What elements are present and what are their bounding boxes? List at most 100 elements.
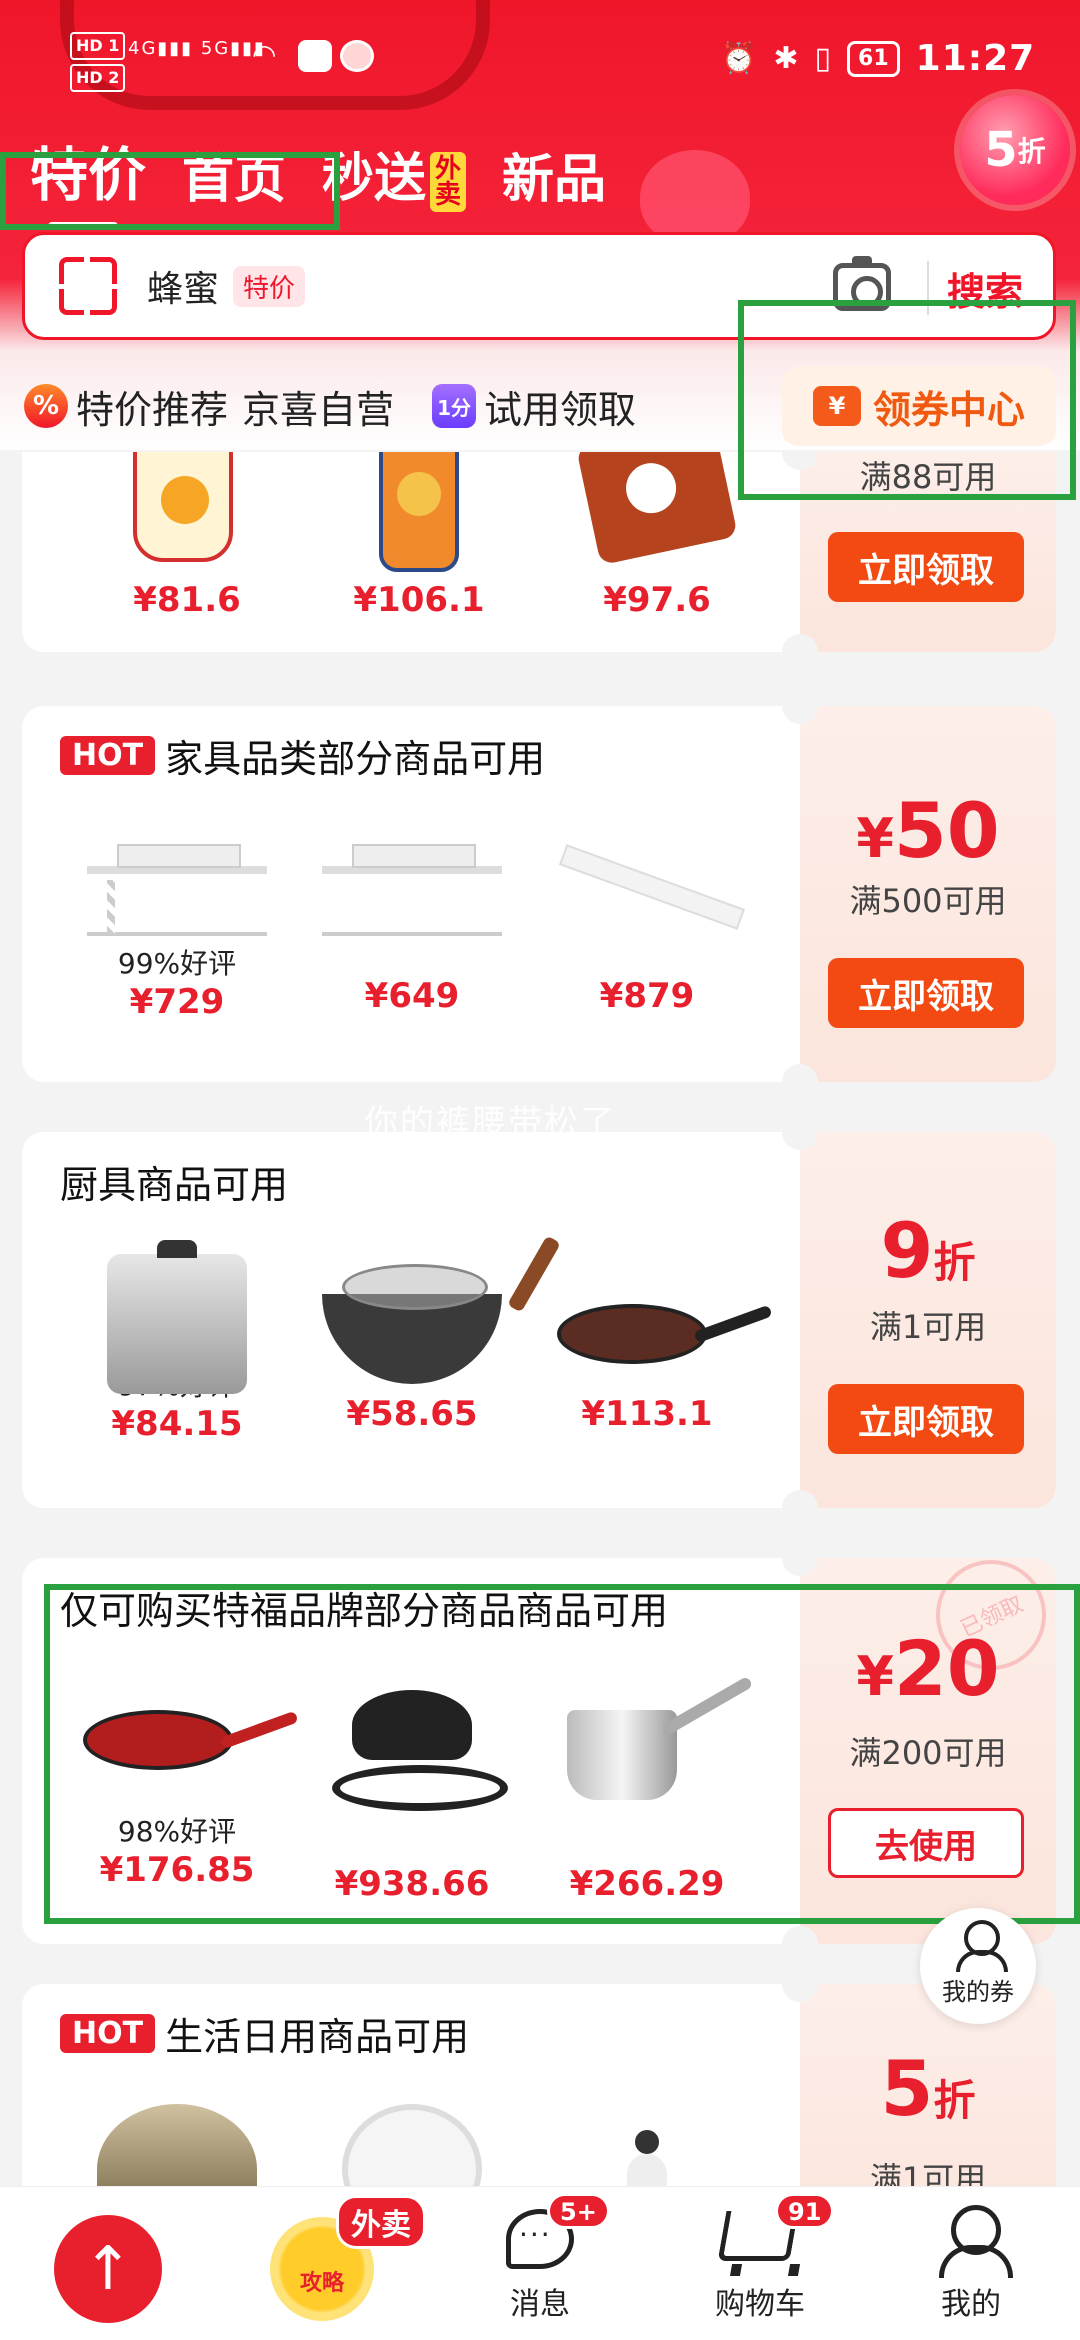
nav-messages-label: 消息 bbox=[510, 2287, 570, 2322]
card-title: HOT 家具品类部分商品可用 bbox=[60, 728, 545, 783]
scan-icon[interactable] bbox=[55, 253, 121, 319]
signal-icon: 4G▮▮▮ 5G▮▮▮ bbox=[128, 38, 266, 59]
category-tejia[interactable]: % 特价推荐 bbox=[24, 379, 228, 434]
coupon-condition: 满200可用 bbox=[849, 1734, 1007, 1772]
category-trial[interactable]: 1分 试用领取 bbox=[432, 379, 636, 434]
tab-new[interactable]: 新品 bbox=[502, 137, 606, 212]
coupon-value: ¥50 bbox=[856, 786, 1000, 875]
use-button[interactable]: 去使用 bbox=[828, 1808, 1024, 1878]
product-price: ¥113.1 bbox=[581, 1394, 713, 1434]
nav-cart-label: 购物车 bbox=[715, 2287, 805, 2322]
coupon-yen-icon: ¥ bbox=[812, 386, 861, 426]
tab-miaosong-label: 秒送 bbox=[322, 149, 427, 209]
product-item[interactable]: ¥81.6 bbox=[82, 452, 292, 620]
product-item[interactable]: ¥649 bbox=[307, 826, 517, 1016]
coupon-value: 9折 bbox=[880, 1206, 976, 1295]
tab-tejia[interactable]: 特价 bbox=[30, 128, 146, 230]
battery-icon: 61 bbox=[847, 40, 900, 77]
product-item[interactable]: ¥58.65 bbox=[307, 1244, 517, 1434]
nav-messages[interactable]: 5+ 消息 bbox=[455, 2187, 625, 2340]
message-badge: 5+ bbox=[547, 2193, 610, 2229]
coupon-center-label: 领券中心 bbox=[872, 387, 1025, 432]
coupon-center-tab[interactable]: ¥ 领券中心 bbox=[782, 366, 1056, 446]
product-price: ¥58.65 bbox=[346, 1394, 478, 1434]
product-image bbox=[312, 1244, 512, 1394]
product-image bbox=[77, 1240, 277, 1394]
product-image bbox=[557, 452, 757, 580]
search-bar[interactable]: 蜂蜜 特价 搜索 bbox=[22, 232, 1056, 340]
wifi-icon: ◠ bbox=[252, 38, 277, 71]
product-image bbox=[312, 1670, 512, 1820]
bottom-nav: ↑ 攻略 外卖 5+ 消息 91 购物车 我的 bbox=[0, 2186, 1080, 2340]
app-notification-icon bbox=[298, 40, 332, 72]
card-title: 厨具商品可用 bbox=[60, 1154, 288, 1209]
status-bar: HD 1 HD 2 4G▮▮▮ 5G▮▮▮ ◠ ⏰ ✱ ▯ 61 11:27 bbox=[0, 0, 1080, 120]
claim-button[interactable]: 立即领取 bbox=[828, 532, 1024, 602]
search-input[interactable]: 蜂蜜 bbox=[147, 260, 219, 312]
product-item[interactable]: ¥106.1 bbox=[314, 452, 524, 620]
product-image bbox=[87, 452, 287, 580]
back-to-top-button[interactable]: ↑ bbox=[54, 2215, 162, 2323]
top-tabs: 特价 首页 秒送 外卖 新品 bbox=[30, 128, 606, 230]
product-item[interactable]: ¥879 bbox=[542, 826, 752, 1016]
product-image bbox=[547, 826, 747, 976]
product-item[interactable]: ¥113.1 bbox=[542, 1244, 752, 1434]
nav-me[interactable]: 我的 bbox=[886, 2187, 1056, 2340]
nav-cart[interactable]: 91 购物车 bbox=[675, 2187, 845, 2340]
alarm-icon: ⏰ bbox=[720, 41, 758, 76]
search-tag: 特价 bbox=[233, 265, 306, 307]
fire-percent-icon: % bbox=[24, 384, 68, 428]
product-price: ¥97.6 bbox=[603, 580, 711, 620]
hot-badge: HOT bbox=[60, 736, 156, 775]
product-price: ¥84.15 bbox=[111, 1404, 243, 1444]
product-item[interactable]: ¥97.6 bbox=[552, 452, 762, 620]
vibrate-icon: ▯ bbox=[814, 41, 832, 76]
category-label: 京喜自营 bbox=[242, 387, 395, 432]
claim-button[interactable]: 立即领取 bbox=[828, 1384, 1024, 1454]
heart-balloon-decoration bbox=[640, 150, 750, 245]
coupon-condition: 满500可用 bbox=[849, 882, 1007, 920]
sim-indicators: HD 1 HD 2 bbox=[70, 32, 126, 92]
bluetooth-icon: ✱ bbox=[773, 41, 799, 76]
discount-promo-icon[interactable]: 5折 bbox=[960, 95, 1070, 205]
product-item[interactable]: 97%好评 ¥84.15 bbox=[72, 1240, 282, 1444]
user-icon bbox=[956, 1920, 1008, 1972]
product-item[interactable]: 99%好评 ¥729 bbox=[72, 826, 282, 1022]
product-image bbox=[77, 826, 277, 976]
coupon-condition: 满88可用 bbox=[859, 458, 997, 496]
claim-button[interactable]: 立即领取 bbox=[828, 958, 1024, 1028]
my-coupons-button[interactable]: 我的券 bbox=[920, 1908, 1036, 2024]
product-image bbox=[312, 826, 512, 976]
search-button[interactable]: 搜索 bbox=[947, 261, 1023, 316]
tab-miaosong[interactable]: 秒送 外卖 bbox=[322, 136, 467, 212]
status-right: ⏰ ✱ ▯ 61 11:27 bbox=[720, 38, 1035, 79]
waimai-badge: 外卖 bbox=[336, 2195, 426, 2249]
app-notification-icon-2 bbox=[340, 40, 374, 72]
card-title: 仅可购买特福品牌部分商品商品可用 bbox=[60, 1580, 668, 1635]
card-title-text: 家具品类部分商品可用 bbox=[165, 737, 546, 781]
product-price: ¥81.6 bbox=[133, 580, 241, 620]
coupon-value: 5折 bbox=[880, 2044, 976, 2133]
card-title-text: 生活日用商品可用 bbox=[165, 2015, 470, 2059]
product-price: ¥879 bbox=[599, 976, 695, 1016]
camera-icon[interactable] bbox=[833, 256, 891, 311]
product-image bbox=[547, 1670, 747, 1820]
card-title-text: 厨具商品可用 bbox=[60, 1163, 289, 1207]
nav-me-label: 我的 bbox=[941, 2287, 1001, 2322]
coupon-value: ¥20 bbox=[856, 1624, 1000, 1713]
hot-badge: HOT bbox=[60, 2014, 156, 2053]
tab-home[interactable]: 首页 bbox=[182, 137, 286, 212]
search-divider bbox=[927, 261, 929, 315]
card-title-text: 仅可购买特福品牌部分商品商品可用 bbox=[60, 1589, 669, 1633]
product-price: ¥649 bbox=[364, 976, 460, 1016]
product-item[interactable]: 98%好评 ¥176.85 bbox=[72, 1670, 282, 1890]
product-item[interactable]: ¥938.66 bbox=[307, 1670, 517, 1904]
coupon-card-kitchen: 厨具商品可用 97%好评 ¥84.15 ¥58.65 ¥113.1 9折 满1可… bbox=[22, 1132, 1056, 1508]
clock: 11:27 bbox=[915, 38, 1036, 79]
card-title: HOT 生活日用商品可用 bbox=[60, 2006, 469, 2061]
product-item[interactable]: ¥266.29 bbox=[542, 1670, 752, 1904]
product-image bbox=[319, 452, 519, 580]
product-image bbox=[77, 1670, 277, 1820]
product-price: ¥938.66 bbox=[334, 1864, 490, 1904]
category-jingxi[interactable]: 京喜自营 bbox=[242, 379, 394, 434]
